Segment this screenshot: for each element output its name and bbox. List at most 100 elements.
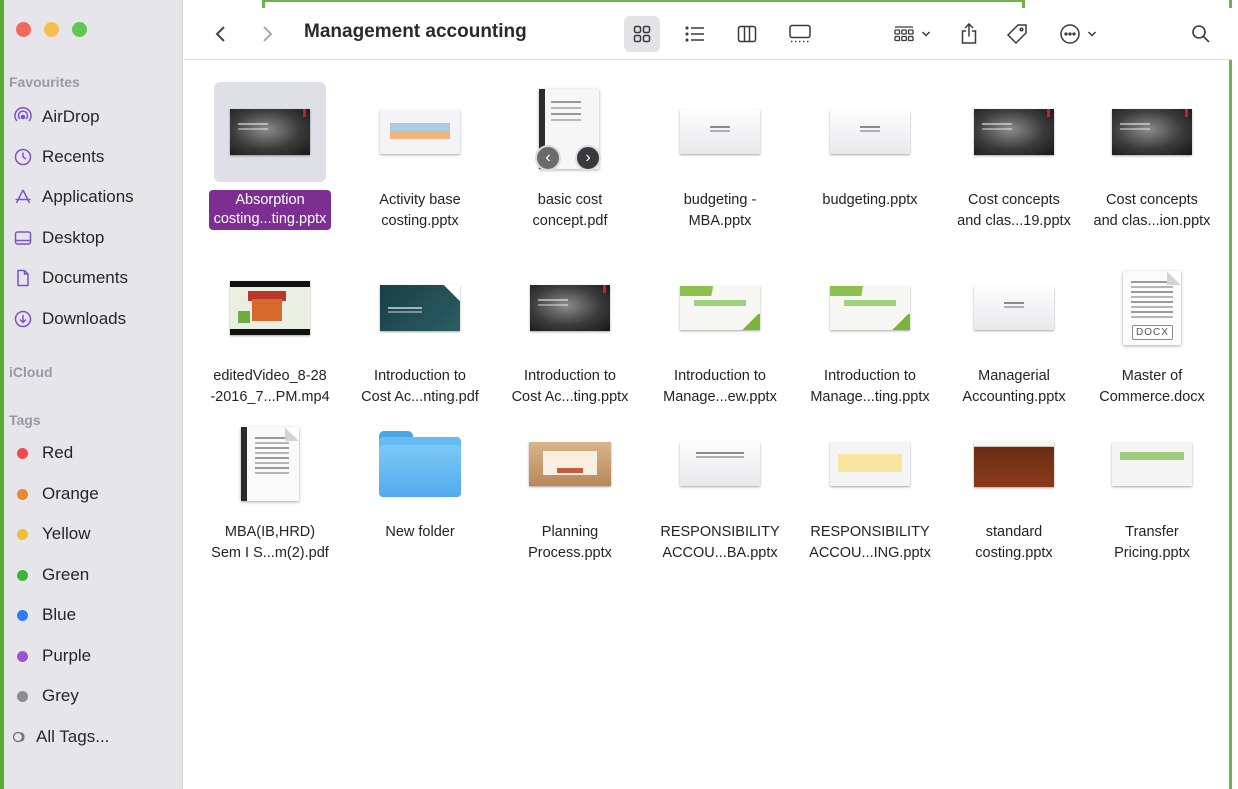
sidebar-tag-orange[interactable]: Orange	[12, 479, 177, 509]
minimize-window-button[interactable]	[44, 22, 59, 37]
more-actions-button[interactable]	[1052, 16, 1104, 52]
file-thumbnail	[814, 258, 926, 358]
sidebar-item-airdrop[interactable]: AirDrop	[12, 102, 177, 132]
sidebar-tag-yellow[interactable]: Yellow	[12, 519, 177, 549]
zoom-window-button[interactable]	[72, 22, 87, 37]
search-button[interactable]	[1184, 16, 1218, 52]
sidebar-item-documents[interactable]: Documents	[12, 263, 177, 293]
sidebar-tag-grey[interactable]: Grey	[12, 681, 177, 711]
file-item-edited-video[interactable]: editedVideo_8-28 -2016_7...PM.mp4	[196, 250, 344, 420]
file-thumbnail	[1096, 82, 1208, 182]
sidebar-item-downloads[interactable]: Downloads	[12, 304, 177, 334]
file-item-transfer-pricing[interactable]: Transfer Pricing.pptx	[1078, 406, 1226, 576]
share-button[interactable]	[952, 16, 986, 52]
tag-button[interactable]	[1000, 16, 1034, 52]
sidebar-item-label: Applications	[42, 187, 134, 206]
sidebar-tag-purple[interactable]: Purple	[12, 641, 177, 671]
file-name-line1: Absorption	[235, 191, 305, 210]
file-item-intro-cost-accounting-pdf[interactable]: Introduction to Cost Ac...nting.pdf	[346, 250, 494, 420]
file-item-master-of-commerce[interactable]: DOCX Master of Commerce.docx	[1078, 250, 1226, 420]
file-item-responsibility-ing[interactable]: RESPONSIBILITY ACCOU...ING.pptx	[796, 406, 944, 576]
sidebar-tag-blue[interactable]: Blue	[12, 600, 177, 630]
sidebar-item-desktop[interactable]: Desktop	[12, 223, 177, 253]
purple-tag-dot-icon	[17, 650, 28, 662]
chevron-left-icon	[215, 26, 225, 42]
folder-icon	[379, 431, 461, 497]
sidebar-item-label: Blue	[42, 605, 77, 624]
file-thumbnail	[364, 82, 476, 182]
sidebar-item-label: All Tags...	[36, 727, 110, 746]
sidebar-tag-green[interactable]: Green	[12, 560, 177, 590]
sidebar-item-label: Orange	[42, 484, 99, 503]
pptx-thumbnail-icon	[830, 110, 910, 154]
file-name-line2: costing.pptx	[975, 545, 1053, 561]
tags-heading: Tags	[9, 412, 41, 428]
back-button[interactable]	[206, 16, 236, 52]
arrow-left-icon[interactable]: ‹	[535, 145, 561, 171]
file-thumbnail	[664, 258, 776, 358]
sidebar-item-recents[interactable]: Recents	[12, 142, 177, 172]
file-name-line1: Master of	[1121, 368, 1183, 384]
file-item-budgeting[interactable]: budgeting.pptx	[796, 74, 944, 244]
sidebar-item-applications[interactable]: Applications	[12, 182, 177, 212]
file-name-line1: Planning	[541, 524, 599, 540]
pptx-thumbnail-icon	[380, 110, 460, 154]
gallery-view-button[interactable]	[782, 16, 818, 52]
arrow-right-icon[interactable]: ›	[575, 145, 601, 171]
file-item-cost-concepts-19[interactable]: Cost concepts and clas...19.pptx	[940, 74, 1088, 244]
sidebar-item-all-tags[interactable]: All Tags...	[12, 722, 177, 752]
file-item-standard-costing[interactable]: standard costing.pptx	[940, 406, 1088, 576]
file-item-cost-concepts-ion[interactable]: Cost concepts and clas...ion.pptx	[1078, 74, 1226, 244]
docx-badge: DOCX	[1132, 325, 1173, 340]
grid-icon	[633, 25, 651, 43]
file-grid: Absorption costing...ting.pptx Activity b…	[184, 70, 1232, 789]
file-thumbnail	[514, 414, 626, 514]
file-name-line2: MBA.pptx	[688, 213, 752, 229]
file-item-absorption-costing[interactable]: Absorption costing...ting.pptx	[196, 74, 344, 244]
file-thumbnail	[958, 414, 1070, 514]
file-name-line1: Activity base	[379, 192, 461, 208]
forward-button[interactable]	[252, 16, 282, 52]
file-name-line1: New folder	[385, 524, 455, 540]
file-name-line2: Manage...ting.pptx	[810, 389, 930, 405]
file-item-mba-ib-hrd[interactable]: MBA(IB,HRD) Sem I S...m(2).pdf	[196, 406, 344, 576]
icloud-heading: iCloud	[9, 364, 53, 380]
pptx-thumbnail-icon	[1112, 442, 1192, 486]
file-name-line1: Introduction to	[524, 368, 616, 384]
sidebar-item-label: Yellow	[42, 524, 91, 543]
file-name-line2: costing...ting.pptx	[213, 210, 327, 229]
file-name-line1: Managerial	[978, 368, 1050, 384]
file-item-intro-management-ew[interactable]: Introduction to Manage...ew.pptx	[646, 250, 794, 420]
sidebar-tag-red[interactable]: Red	[12, 438, 177, 468]
list-view-button[interactable]	[678, 16, 712, 52]
file-item-planning-process[interactable]: Planning Process.pptx	[496, 406, 644, 576]
pptx-thumbnail-icon	[529, 442, 611, 486]
group-by-button[interactable]	[886, 16, 938, 52]
file-item-intro-cost-accounting-pptx[interactable]: Introduction to Cost Ac...ting.pptx	[496, 250, 644, 420]
file-thumbnail	[1096, 414, 1208, 514]
airdrop-icon	[12, 106, 34, 128]
pptx-thumbnail-icon	[974, 441, 1054, 487]
file-thumbnail	[814, 82, 926, 182]
favourites-heading: Favourites	[9, 74, 80, 90]
pptx-thumbnail-icon	[680, 286, 760, 330]
sidebar-item-label: Red	[42, 443, 74, 462]
file-item-activity-base-costing[interactable]: Activity base costing.pptx	[346, 74, 494, 244]
icon-view-button[interactable]	[624, 16, 660, 52]
column-view-button[interactable]	[730, 16, 764, 52]
file-name-line2: ACCOU...ING.pptx	[809, 545, 931, 561]
close-window-button[interactable]	[16, 22, 31, 37]
blue-tag-dot-icon	[17, 609, 28, 621]
file-item-managerial-accounting[interactable]: Managerial Accounting.pptx	[940, 250, 1088, 420]
file-item-new-folder[interactable]: New folder	[346, 406, 494, 576]
chevron-down-icon	[1087, 31, 1097, 37]
sidebar-item-label: Recents	[42, 147, 105, 166]
file-thumbnail	[664, 82, 776, 182]
file-name-line2: and clas...19.pptx	[957, 213, 1071, 229]
file-item-intro-management-ting[interactable]: Introduction to Manage...ting.pptx	[796, 250, 944, 420]
sidebar-item-label: AirDrop	[42, 107, 100, 126]
file-item-budgeting-mba[interactable]: budgeting - MBA.pptx	[646, 74, 794, 244]
file-item-responsibility-ba[interactable]: RESPONSIBILITY ACCOU...BA.pptx	[646, 406, 794, 576]
pptx-thumbnail-icon	[830, 286, 910, 330]
file-item-basic-cost-concept[interactable]: ‹ › basic cost concept.pdf	[496, 74, 644, 244]
